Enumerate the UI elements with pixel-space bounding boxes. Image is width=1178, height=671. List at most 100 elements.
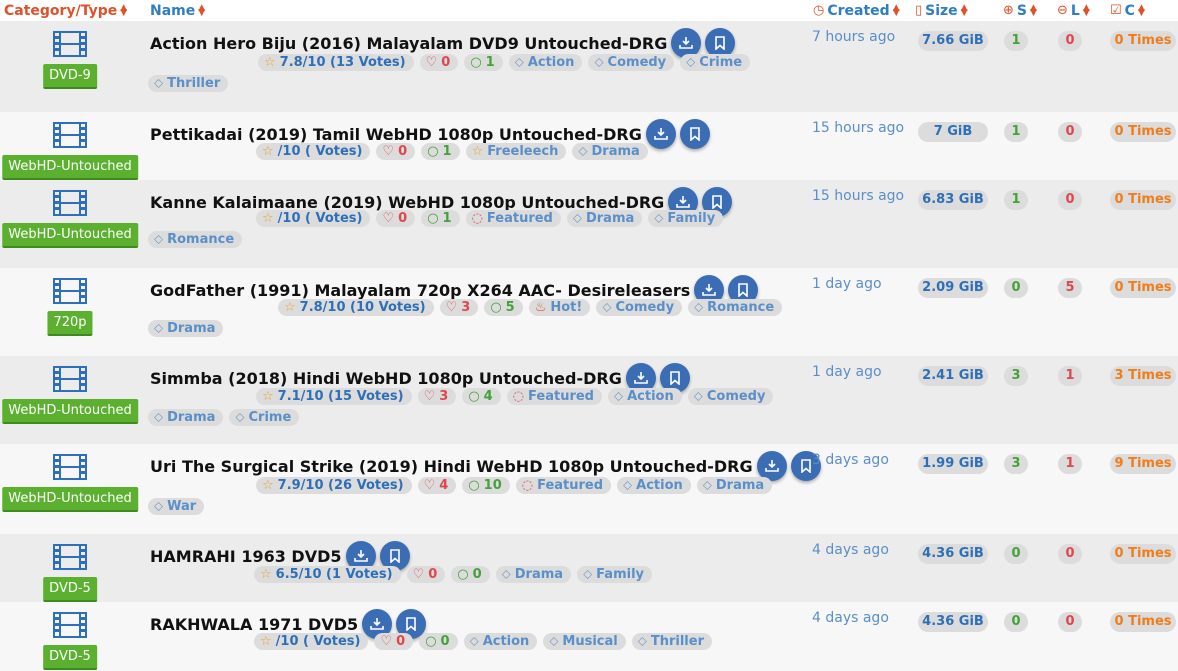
freeleech-tag[interactable]: ☆ Freeleech (465, 143, 567, 160)
category-badge[interactable]: DVD-9 (43, 64, 97, 89)
likes-tag[interactable]: ♡ 0 (376, 143, 416, 160)
genre-tag[interactable]: ⬦ Action (617, 477, 691, 494)
seeders-count: 0 (1004, 612, 1028, 632)
genre-tag[interactable]: ⬦ Crime (680, 54, 751, 71)
likes-tag[interactable]: ♡ 0 (419, 54, 459, 71)
featured-tag[interactable]: ◌ Featured (506, 388, 602, 405)
genre-tag[interactable]: ⬦ Family (648, 210, 724, 227)
header-created[interactable]: ◷ Created ▲ ▼ (813, 0, 901, 21)
film-icon[interactable] (53, 122, 87, 148)
sort-icon: ▲ ▼ (892, 2, 900, 18)
film-icon[interactable] (53, 366, 87, 392)
genre-tag[interactable]: ⬦ Thriller (148, 75, 229, 92)
category-badge[interactable]: WebHD-Untouched (2, 487, 138, 512)
film-icon[interactable] (53, 31, 87, 57)
genre-tag[interactable]: ⬦ Comedy (588, 54, 675, 71)
seeders-count: 0 (1004, 278, 1028, 298)
genre-tag[interactable]: ⬦ Drama (148, 320, 224, 337)
tag-label: Featured (528, 389, 594, 404)
torrent-title-link[interactable]: Pettikadai (2019) Tamil WebHD 1080p Unto… (150, 125, 642, 144)
genre-tag[interactable]: ⬦ Comedy (596, 299, 683, 316)
leechers-count: 0 (1058, 122, 1082, 142)
genre-tag[interactable]: ⬦ Drama (495, 566, 572, 583)
likes-tag[interactable]: ♡ 3 (439, 299, 479, 316)
genre-tag[interactable]: ⬦ Thriller (631, 633, 712, 650)
film-icon[interactable] (53, 544, 87, 570)
header-size[interactable]: ▯ Size ▲ ▼ (915, 0, 969, 21)
tag-label: Featured (486, 211, 553, 226)
genre-tag[interactable]: ⬦ Comedy (687, 388, 774, 405)
header-leechers[interactable]: ⊖ L ▲ ▼ (1057, 0, 1091, 21)
header-category[interactable]: Category/Type ▲ ▼ (4, 0, 128, 21)
comments-tag[interactable]: ○ 10 (462, 477, 510, 494)
genre-tag[interactable]: ⬦ Drama (566, 210, 643, 227)
likes-tag[interactable]: ♡ 0 (406, 566, 446, 583)
tag-icon: ⬦ (602, 300, 612, 315)
tag-label: 0 (440, 634, 450, 649)
rating-tag[interactable]: ☆/10 ( Votes) (254, 633, 369, 650)
likes-tag[interactable]: ♡ 3 (417, 388, 457, 405)
rating-tag[interactable]: ☆ 6.5/10 (1 Votes) (254, 566, 401, 583)
comments-tag[interactable]: ○ 1 (464, 54, 503, 71)
rating-tag[interactable]: ☆ 7.1/10 (15 Votes) (256, 388, 412, 405)
tag-label: Comedy (615, 300, 675, 315)
genre-tag[interactable]: ⬦ War (148, 498, 205, 515)
genre-tag[interactable]: ⬦ Drama (572, 143, 648, 160)
film-icon[interactable] (53, 278, 87, 304)
hot-tag[interactable]: ♨ Hot! (528, 299, 591, 316)
genre-tag[interactable]: ⬦ Romance (148, 231, 243, 248)
film-icon[interactable] (53, 454, 87, 480)
genre-tag[interactable]: ⬦ Drama (148, 409, 224, 426)
genre-tag[interactable]: ⬦ Action (608, 388, 682, 405)
tag-label: 4 (483, 389, 493, 404)
category-badge[interactable]: DVD-5 (43, 577, 97, 602)
tag-icon: ⬦ (235, 410, 245, 425)
comments-tag[interactable]: ○ 1 (421, 210, 460, 227)
genre-tag[interactable]: ⬦ Family (577, 566, 652, 583)
torrent-title-link[interactable]: Kanne Kalaimaane (2019) WebHD 1080p Unto… (150, 193, 664, 212)
category-badge[interactable]: WebHD-Untouched (2, 155, 138, 180)
rating-tag[interactable]: ☆/10 ( Votes) (256, 143, 371, 160)
rating-tag[interactable]: ☆ 7.8/10 (10 Votes) (278, 299, 434, 316)
seeders-count: 1 (1004, 190, 1028, 210)
featured-tag[interactable]: ◌ Featured (515, 477, 612, 494)
comments-tag[interactable]: ○ 0 (451, 566, 490, 583)
tag-label: Comedy (706, 389, 766, 404)
film-icon[interactable] (53, 190, 87, 216)
genre-tag[interactable]: ⬦ Action (508, 54, 583, 71)
torrent-title-link[interactable]: Action Hero Biju (2016) Malayalam DVD9 U… (150, 34, 667, 53)
category-badge[interactable]: DVD-5 (43, 645, 97, 670)
genre-tag[interactable]: ⬦ Action (463, 633, 538, 650)
sort-icon: ▲ ▼ (960, 2, 968, 18)
genre-tag[interactable]: ⬦ Drama (696, 477, 773, 494)
likes-tag[interactable]: ♡ 0 (376, 210, 416, 227)
genre-tag[interactable]: ⬦ Romance (688, 299, 783, 316)
tag-icon: ⬦ (154, 499, 164, 514)
size-value: 1.99 GiB (918, 454, 988, 474)
rating-tag[interactable]: ☆/10 ( Votes) (256, 210, 371, 227)
category-badge[interactable]: WebHD-Untouched (2, 399, 138, 424)
comments-tag[interactable]: ○ 5 (484, 299, 523, 316)
header-seeders[interactable]: ⊕ S ▲ ▼ (1003, 0, 1038, 21)
rating-tag[interactable]: ☆ 7.8/10 (13 Votes) (258, 54, 414, 71)
comments-tag[interactable]: ○ 0 (419, 633, 458, 650)
genre-tag[interactable]: ⬦ Musical (543, 633, 626, 650)
torrent-title-link[interactable]: Uri The Surgical Strike (2019) Hindi Web… (150, 457, 753, 476)
film-icon[interactable] (53, 612, 87, 638)
rating-tag[interactable]: ☆ 7.9/10 (26 Votes) (256, 477, 412, 494)
comments-tag[interactable]: ○ 4 (462, 388, 501, 405)
torrent-title-link[interactable]: HAMRAHI 1963 DVD5 (150, 547, 342, 566)
torrent-title-link[interactable]: GodFather (1991) Malayalam 720p X264 AAC… (150, 281, 690, 300)
genre-tag[interactable]: ⬦ Crime (229, 409, 300, 426)
torrent-title-link[interactable]: RAKHWALA 1971 DVD5 (150, 615, 358, 634)
category-badge[interactable]: WebHD-Untouched (2, 223, 138, 248)
likes-tag[interactable]: ♡ 0 (374, 633, 414, 650)
header-name[interactable]: Name ▲ ▼ (150, 0, 206, 21)
tag-icon: ⬦ (549, 634, 559, 649)
torrent-title-link[interactable]: Simmba (2018) Hindi WebHD 1080p Untouche… (150, 369, 622, 388)
category-badge[interactable]: 720p (47, 311, 93, 336)
comments-tag[interactable]: ○ 1 (421, 143, 460, 160)
header-completed[interactable]: ☑ C ▲ ▼ (1110, 0, 1146, 21)
featured-tag[interactable]: ◌ Featured (465, 210, 561, 227)
likes-tag[interactable]: ♡ 4 (417, 477, 457, 494)
